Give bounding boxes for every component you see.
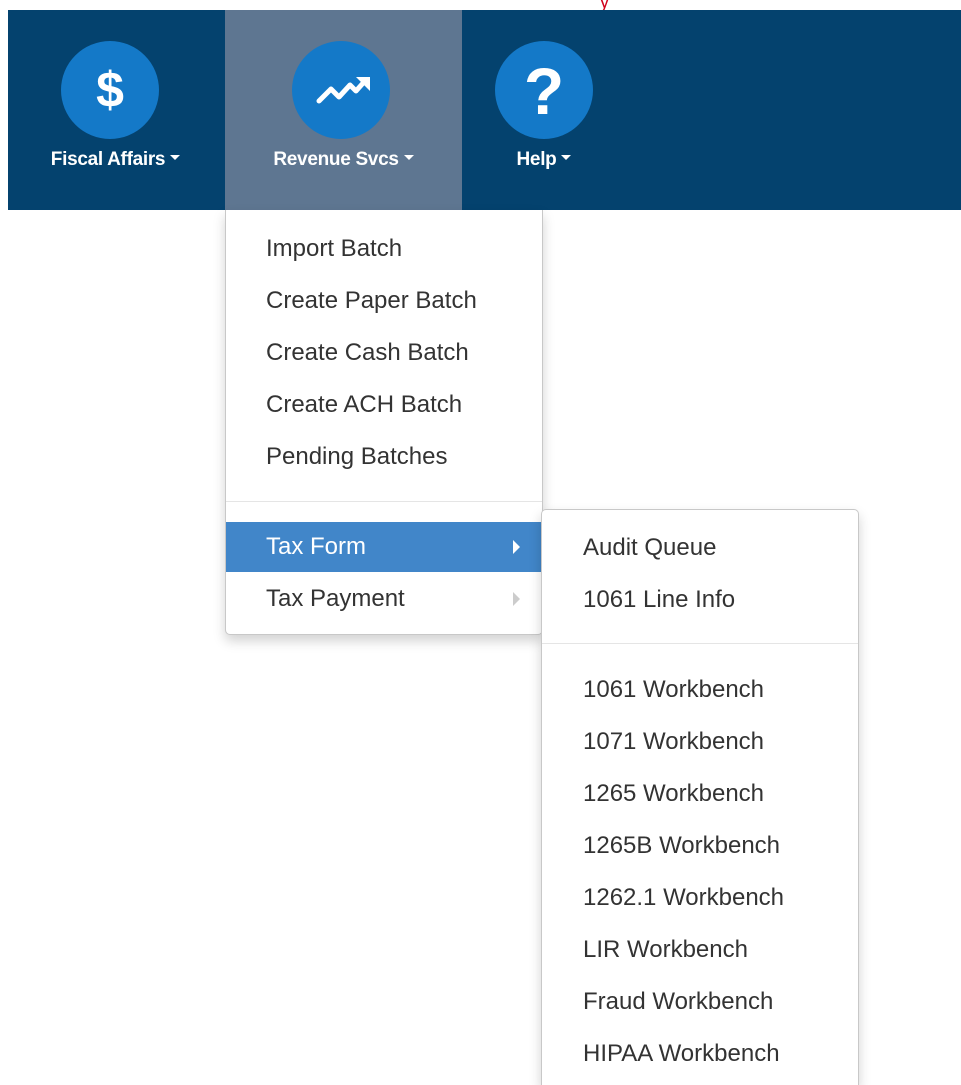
menu-item-create-ach-batch[interactable]: Create ACH Batch	[226, 380, 542, 430]
nav-fiscal-affairs-label: Fiscal Affairs	[8, 149, 223, 171]
menu-item-lir-workbench[interactable]: LIR Workbench	[542, 925, 858, 975]
menu-item-1265-workbench[interactable]: 1265 Workbench	[542, 769, 858, 819]
menu-item-fraud-workbench[interactable]: Fraud Workbench	[542, 977, 858, 1027]
caret-down-icon	[170, 155, 181, 161]
top-clipped-text: y	[600, 0, 609, 10]
menu-item-1262-1-workbench[interactable]: 1262.1 Workbench	[542, 873, 858, 923]
menu-item-1061-line-info[interactable]: 1061 Line Info	[542, 575, 858, 625]
main-navbar: $ Fiscal Affairs Revenue Svcs ? Help	[8, 10, 961, 210]
menu-item-hipaa-workbench[interactable]: HIPAA Workbench	[542, 1029, 858, 1079]
caret-right-icon	[513, 592, 520, 606]
nav-fiscal-affairs[interactable]: $ Fiscal Affairs	[8, 10, 223, 210]
tax-form-submenu: Audit Queue 1061 Line Info 1061 Workbenc…	[541, 509, 859, 1085]
menu-item-tax-payment-label: Tax Payment	[266, 585, 405, 612]
menu-item-create-cash-batch[interactable]: Create Cash Batch	[226, 328, 542, 378]
caret-down-icon	[561, 155, 572, 161]
trending-up-icon	[292, 41, 390, 139]
nav-revenue-svcs[interactable]: Revenue Svcs	[225, 10, 462, 210]
menu-item-tax-payment[interactable]: Tax Payment	[226, 574, 542, 624]
nav-revenue-svcs-label: Revenue Svcs	[225, 149, 462, 171]
menu-item-1265b-workbench[interactable]: 1265B Workbench	[542, 821, 858, 871]
caret-right-icon	[513, 540, 520, 554]
question-mark-icon: ?	[495, 41, 593, 139]
menu-item-create-paper-batch[interactable]: Create Paper Batch	[226, 276, 542, 326]
caret-down-icon	[403, 155, 414, 161]
menu-item-tax-form-label: Tax Form	[266, 533, 367, 560]
menu-item-tax-form[interactable]: Tax Form	[226, 522, 542, 572]
svg-text:$: $	[96, 62, 124, 118]
nav-help[interactable]: ? Help	[464, 10, 624, 210]
menu-item-1071-workbench[interactable]: 1071 Workbench	[542, 717, 858, 767]
menu-item-audit-queue[interactable]: Audit Queue	[542, 523, 858, 573]
dollar-sign-icon: $	[61, 41, 159, 139]
menu-item-import-batch[interactable]: Import Batch	[226, 224, 542, 274]
revenue-svcs-dropdown: Import Batch Create Paper Batch Create C…	[225, 210, 543, 635]
svg-text:?: ?	[524, 54, 564, 128]
menu-item-pending-batches[interactable]: Pending Batches	[226, 432, 542, 482]
nav-help-label: Help	[464, 149, 624, 171]
menu-item-1061-workbench[interactable]: 1061 Workbench	[542, 665, 858, 715]
page: y $ Fiscal Affairs Revenue Svcs ? Help I…	[0, 0, 961, 1085]
menu-divider	[226, 501, 542, 502]
menu-divider	[542, 643, 858, 644]
